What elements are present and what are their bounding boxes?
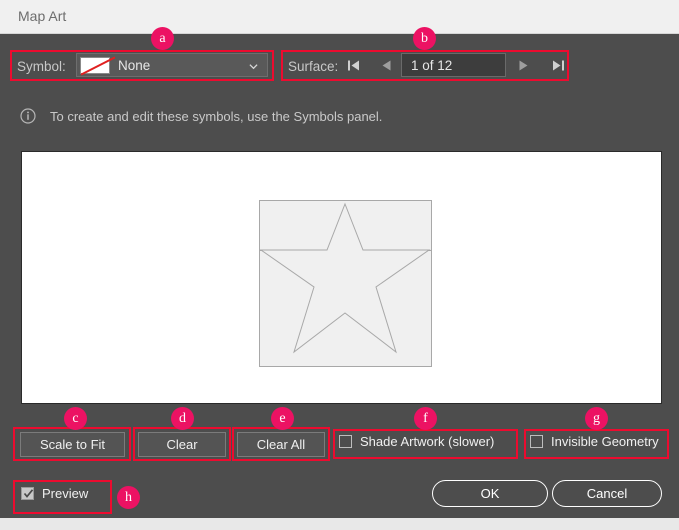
annotation-badge-c: c (64, 407, 87, 430)
invisible-geometry-checkbox[interactable]: Invisible Geometry (530, 434, 659, 449)
checkbox-box[interactable] (530, 435, 543, 448)
info-icon (20, 108, 36, 124)
dialog-title: Map Art (18, 8, 67, 24)
previous-surface-icon (382, 60, 390, 70)
clear-all-button[interactable]: Clear All (237, 432, 325, 457)
previous-surface-button[interactable] (376, 55, 396, 75)
next-surface-button[interactable] (513, 55, 533, 75)
info-note: To create and edit these symbols, use th… (20, 108, 382, 124)
info-note-text: To create and edit these symbols, use th… (50, 108, 383, 124)
surface-number-field[interactable]: 1 of 12 (401, 53, 506, 77)
checkbox-box[interactable] (21, 487, 34, 500)
shade-artwork-label: Shade Artwork (slower) (360, 434, 495, 449)
symbol-selected-value: None (118, 57, 151, 73)
symbol-dropdown[interactable]: None (76, 53, 268, 77)
last-surface-button[interactable] (548, 55, 568, 75)
first-surface-icon (348, 60, 359, 70)
preview-label: Preview (42, 486, 89, 501)
ok-button[interactable]: OK (432, 480, 548, 507)
dialog-titlebar: Map Art (0, 0, 679, 34)
last-surface-icon (553, 60, 564, 70)
annotation-badge-e: e (271, 407, 294, 430)
cancel-button[interactable]: Cancel (552, 480, 662, 507)
symbol-label: Symbol: (17, 59, 66, 74)
annotation-badge-d: d (171, 407, 194, 430)
clear-button[interactable]: Clear (138, 432, 226, 457)
map-art-dialog: Map Art Symbol: None Surface: 1 of 12 To… (0, 0, 679, 530)
none-swatch-icon (80, 56, 110, 74)
checkmark-icon (23, 489, 34, 498)
shade-artwork-checkbox[interactable]: Shade Artwork (slower) (339, 434, 494, 449)
chevron-down-icon (249, 64, 258, 70)
annotation-badge-g: g (585, 407, 608, 430)
next-surface-icon (519, 60, 527, 70)
checkbox-box[interactable] (339, 435, 352, 448)
invisible-geometry-label: Invisible Geometry (551, 434, 659, 449)
scale-to-fit-button[interactable]: Scale to Fit (20, 432, 125, 457)
artwork-preview-canvas[interactable] (21, 151, 662, 404)
annotation-badge-h: h (117, 486, 140, 509)
annotation-badge-f: f (414, 407, 437, 430)
surface-number-value: 1 of 12 (411, 57, 453, 73)
star-artwork-icon (259, 200, 432, 367)
surface-label: Surface: (288, 59, 339, 74)
preview-checkbox[interactable]: Preview (21, 486, 88, 501)
first-surface-button[interactable] (344, 55, 364, 75)
dialog-bottom-strip (0, 518, 679, 530)
